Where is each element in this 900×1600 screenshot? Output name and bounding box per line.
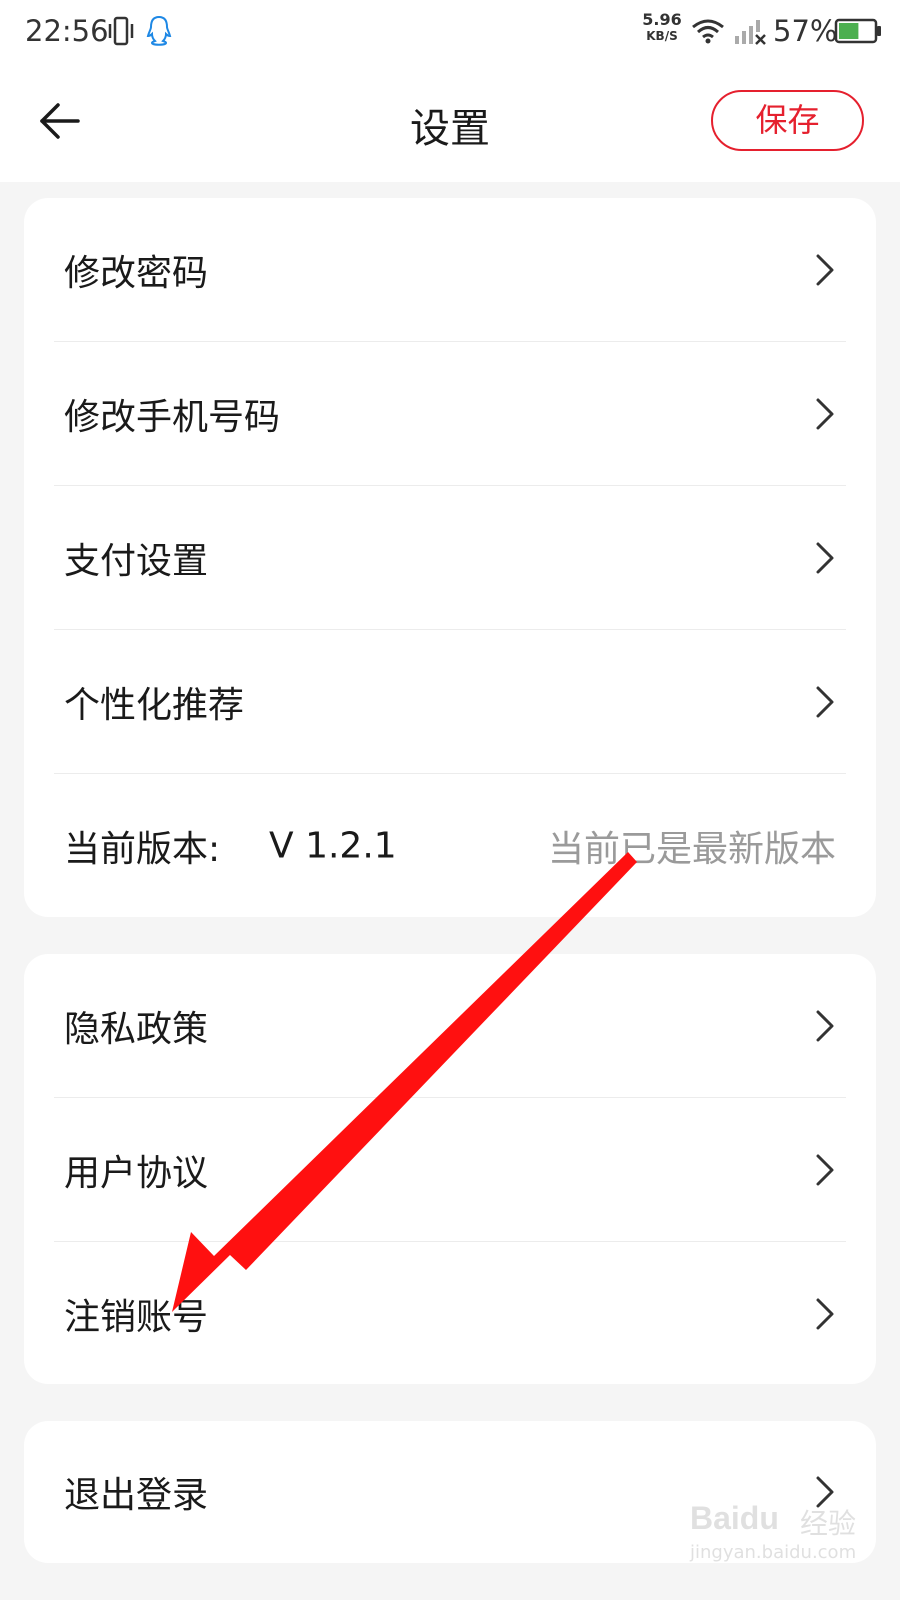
chevron-right-icon: [816, 542, 834, 574]
wifi-icon: [692, 19, 724, 44]
settings-item-deactivate-account[interactable]: 注销账号: [24, 1242, 876, 1386]
chevron-right-icon: [816, 1010, 834, 1042]
watermark-brand-cn: 经验: [800, 1507, 857, 1540]
top-app-bar: 设置 保存: [0, 66, 900, 182]
settings-item-label: 隐私政策: [64, 1009, 209, 1050]
settings-item-change-phone[interactable]: 修改手机号码: [24, 342, 876, 486]
settings-item-version[interactable]: 当前版本: V 1.2.1 当前已是最新版本: [24, 774, 876, 918]
network-speed-value: 5.96: [642, 10, 682, 29]
settings-item-label: 支付设置: [64, 541, 209, 582]
settings-item-label: 修改手机号码: [64, 397, 281, 438]
settings-item-label: 用户协议: [64, 1153, 209, 1194]
battery-percent: 57%: [773, 14, 838, 48]
settings-item-label: 修改密码: [64, 253, 209, 294]
chevron-right-icon: [816, 686, 834, 718]
network-speed-unit: KB/S: [646, 29, 678, 43]
settings-item-label: 注销账号: [64, 1297, 209, 1338]
qq-icon: [146, 15, 172, 46]
version-value: V 1.2.1: [269, 825, 397, 867]
chevron-right-icon: [816, 254, 834, 286]
watermark-brand: Baidu: [690, 1500, 779, 1536]
settings-card-legal: 隐私政策 用户协议 注销账号: [24, 954, 876, 1384]
baidu-jingyan-watermark: Baidu 经验 jingyan.baidu.com: [690, 1500, 860, 1580]
version-label: 当前版本:: [64, 829, 221, 870]
settings-item-label: 退出登录: [64, 1475, 209, 1516]
battery-icon: [834, 18, 881, 44]
chevron-right-icon: [816, 398, 834, 430]
settings-card-account: 修改密码 修改手机号码 支付设置 个性化推荐 当前版本: V 1.2.1 当前已…: [24, 198, 876, 917]
settings-item-privacy-policy[interactable]: 隐私政策: [24, 954, 876, 1098]
chevron-right-icon: [816, 1154, 834, 1186]
watermark-url: jingyan.baidu.com: [690, 1542, 857, 1563]
status-time: 22:56: [25, 14, 109, 48]
status-bar: 22:56 5.96 KB/S 57%: [0, 0, 900, 66]
signal-off-icon: [735, 20, 766, 45]
settings-item-label: 个性化推荐: [64, 685, 245, 726]
vibrate-icon: [108, 16, 134, 46]
settings-item-change-password[interactable]: 修改密码: [24, 198, 876, 342]
network-speed: 5.96 KB/S: [638, 10, 686, 43]
back-arrow-icon[interactable]: [36, 96, 86, 146]
save-button[interactable]: 保存: [711, 90, 864, 151]
settings-item-payment[interactable]: 支付设置: [24, 486, 876, 630]
settings-item-user-agreement[interactable]: 用户协议: [24, 1098, 876, 1242]
version-status: 当前已是最新版本: [547, 829, 836, 870]
chevron-right-icon: [816, 1298, 834, 1330]
settings-item-personalized-recommendation[interactable]: 个性化推荐: [24, 630, 876, 774]
